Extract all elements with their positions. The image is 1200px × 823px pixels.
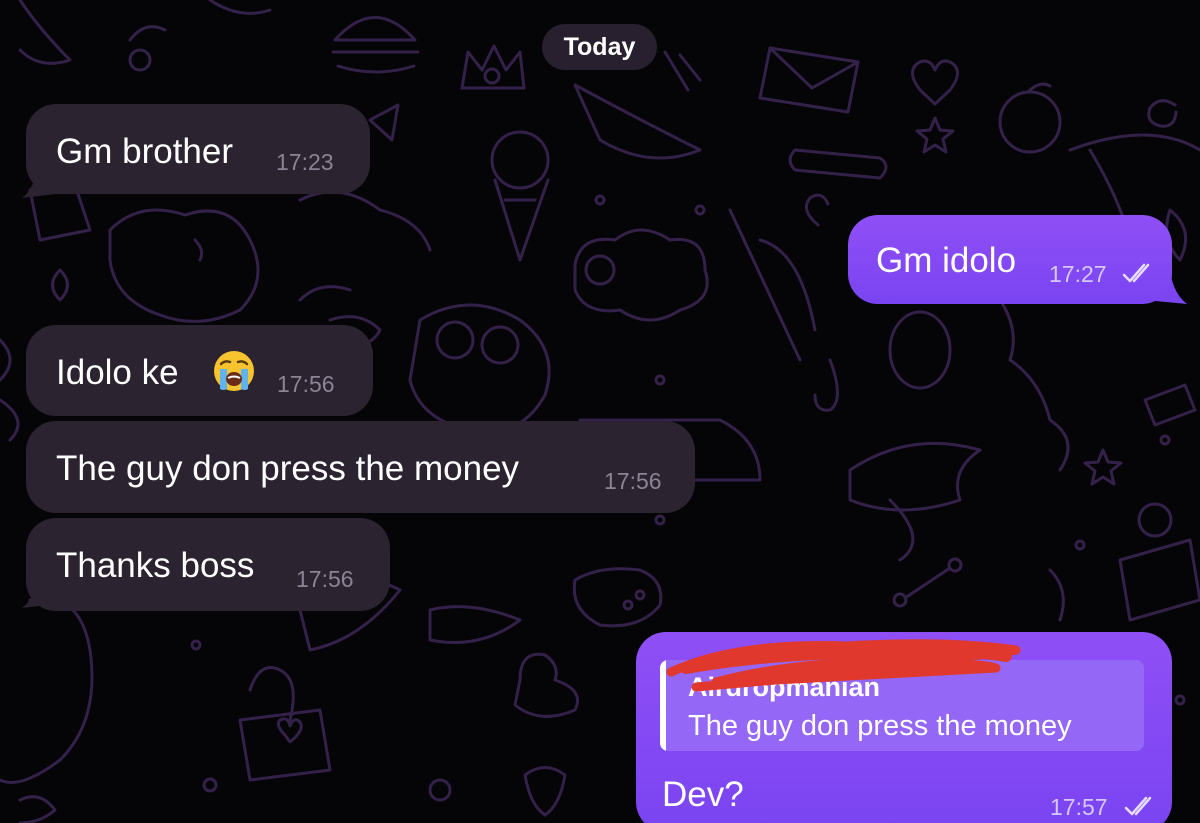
date-separator: Today (542, 24, 657, 70)
message-time: 17:23 (276, 149, 334, 175)
message-time: 17:57 (1050, 794, 1108, 820)
double-check-icon (1124, 796, 1152, 816)
message-text: Gm idolo (876, 241, 1017, 280)
message-text: Gm brother (56, 132, 233, 171)
message-text: Idolo ke (56, 353, 179, 392)
message-text: Dev? (662, 775, 744, 814)
message-time: 17:56 (277, 371, 335, 397)
message-bubble-incoming[interactable]: Thanks boss 17:56 (26, 518, 390, 611)
chat-view: Today Gm brother 17:23 Gm idolo 17:27 Id… (0, 0, 1200, 823)
double-check-icon (1122, 263, 1150, 283)
loudly-crying-face-icon (214, 351, 254, 391)
redaction-scribble (666, 639, 1021, 692)
reply-text: The guy don press the money (688, 710, 1072, 742)
message-bubble-incoming[interactable]: The guy don press the money 17:56 (26, 421, 695, 513)
message-text: The guy don press the money (56, 449, 520, 488)
message-text: Thanks boss (56, 546, 255, 585)
message-bubble-outgoing[interactable]: Gm idolo 17:27 (848, 215, 1172, 304)
message-time: 17:56 (604, 468, 662, 494)
message-time: 17:27 (1049, 261, 1107, 287)
message-bubble-outgoing[interactable]: Airdropmanian The guy don press the mone… (636, 632, 1172, 823)
message-bubble-incoming[interactable]: Idolo ke 17:56 (26, 325, 373, 416)
message-time: 17:56 (296, 566, 354, 592)
message-bubble-incoming[interactable]: Gm brother 17:23 (26, 104, 370, 194)
